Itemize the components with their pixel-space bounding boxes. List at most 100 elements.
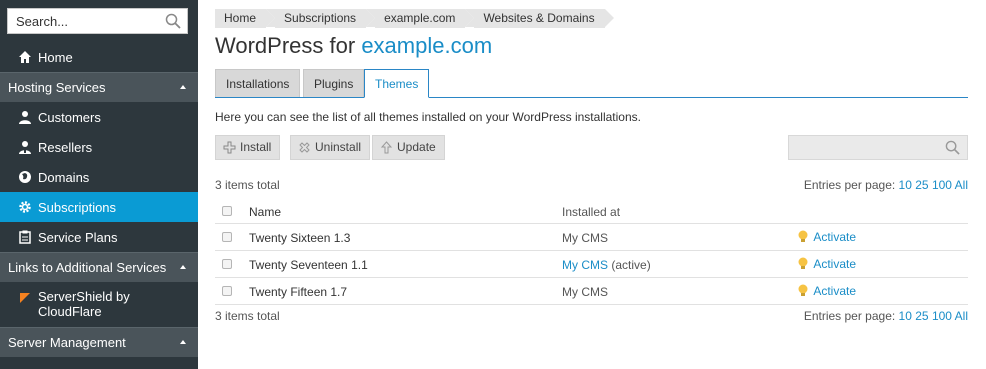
sidebar-item-domains[interactable]: Domains [0,162,198,192]
themes-table: Name Installed at Twenty Sixteen 1.3 My … [215,198,968,305]
per-page-label: Entries per page: [803,309,896,323]
breadcrumb-websites-domains[interactable]: Websites & Domains [465,9,614,28]
theme-name: Twenty Seventeen 1.1 [249,258,368,272]
collapse-caret-icon [180,265,186,269]
lightbulb-icon [798,284,808,296]
section-label: Links to Additional Services [8,260,167,275]
arrow-up-icon [380,141,393,154]
per-page-100[interactable]: 100 [932,309,952,323]
installed-at: My CMS [562,231,608,245]
plus-icon [223,141,236,154]
section-label: Server Management [8,335,126,350]
lightbulb-icon [798,230,808,242]
sidebar-item-label: ServerShield by CloudFlare [38,289,130,319]
install-button[interactable]: Install [215,135,281,160]
sidebar: Search... Home Hosting Services Customer… [0,0,198,369]
activate-link[interactable]: Activate [813,284,856,298]
activate-action[interactable]: Activate [798,230,856,244]
installed-at-text: My CMS [562,231,608,245]
activate-action[interactable]: Activate [798,257,856,271]
activate-link[interactable]: Activate [813,257,856,271]
search-icon[interactable] [945,140,960,155]
select-all-checkbox[interactable] [222,206,232,216]
plan-icon [19,230,31,244]
per-page-25[interactable]: 25 [915,178,928,192]
page-description: Here you can see the list of all themes … [215,110,641,124]
per-page-10[interactable]: 10 [899,309,912,323]
sidebar-item-servershield[interactable]: ServerShield by CloudFlare [0,283,198,327]
search-placeholder: Search... [16,14,69,29]
sidebar-item-label: Resellers [38,140,93,155]
sidebar-item-home[interactable]: Home [0,42,198,72]
tab-installations[interactable]: Installations [215,69,301,97]
activate-action[interactable]: Activate [798,284,856,298]
collapse-caret-icon [180,340,186,344]
gear-icon [19,201,31,213]
installed-at: My CMS (active) [562,258,651,272]
row-checkbox[interactable] [222,232,232,242]
search-input[interactable]: Search... [7,8,188,34]
per-page-10[interactable]: 10 [899,178,912,192]
breadcrumb-subscriptions[interactable]: Subscriptions [266,9,376,28]
section-links-additional[interactable]: Links to Additional Services [0,252,198,282]
table-header: Name Installed at [215,198,968,224]
active-status: (active) [611,258,651,272]
entries-per-page-bottom: Entries per page: 10 25 100 All [804,309,968,323]
sidebar-item-label: Customers [38,110,101,125]
tab-themes[interactable]: Themes [364,69,430,98]
tab-bar: Installations Plugins Themes [215,69,968,98]
title-prefix: WordPress for [215,33,356,58]
breadcrumb: Home Subscriptions example.com Websites … [215,9,614,28]
entries-per-page-top: Entries per page: 10 25 100 All [804,178,968,192]
per-page-all[interactable]: All [955,309,968,323]
table-row: Twenty Sixteen 1.3 My CMS Activate [215,224,968,251]
tab-plugins[interactable]: Plugins [303,69,365,97]
servershield-icon [20,293,30,303]
table-row: Twenty Seventeen 1.1 My CMS (active) Act… [215,251,968,278]
globe-icon [19,171,31,183]
main-content: Home Subscriptions example.com Websites … [198,0,986,369]
table-row: Twenty Fifteen 1.7 My CMS Activate [215,278,968,305]
sidebar-item-label: Service Plans [38,230,118,245]
installed-at-text: My CMS [562,285,608,299]
search-icon[interactable] [165,13,181,29]
per-page-label: Entries per page: [803,178,896,192]
sidebar-item-label: Home [38,50,73,65]
theme-name: Twenty Sixteen 1.3 [249,231,351,245]
per-page-100[interactable]: 100 [932,178,952,192]
user-icon [19,111,31,124]
items-total-top: 3 items total [215,178,280,192]
sidebar-item-service-plans[interactable]: Service Plans [0,222,198,252]
row-checkbox[interactable] [222,286,232,296]
section-label: Hosting Services [8,80,106,95]
reseller-icon [19,141,31,154]
lightbulb-icon [798,257,808,269]
per-page-all[interactable]: All [955,178,968,192]
filter-search-input[interactable] [788,135,968,160]
uninstall-label: Uninstall [315,140,362,154]
column-installed-at-header[interactable]: Installed at [562,205,620,219]
sidebar-item-label: Subscriptions [38,200,117,215]
breadcrumb-domain[interactable]: example.com [366,9,475,28]
collapse-caret-icon [180,85,186,89]
section-server-management[interactable]: Server Management [0,327,198,357]
page-title: WordPress for example.com [215,33,492,59]
installed-at: My CMS [562,285,608,299]
update-button[interactable]: Update [372,135,445,160]
sidebar-item-customers[interactable]: Customers [0,102,198,132]
installed-at-link[interactable]: My CMS [562,258,608,272]
sidebar-item-resellers[interactable]: Resellers [0,132,198,162]
sidebar-item-label: Domains [38,170,90,185]
cross-icon [299,142,310,153]
sidebar-item-subscriptions[interactable]: Subscriptions [0,192,198,222]
row-checkbox[interactable] [222,259,232,269]
section-hosting-services[interactable]: Hosting Services [0,72,198,102]
uninstall-button[interactable]: Uninstall [290,135,371,160]
activate-link[interactable]: Activate [813,230,856,244]
breadcrumb-home[interactable]: Home [215,9,276,28]
column-name-header[interactable]: Name [249,205,281,219]
theme-name: Twenty Fifteen 1.7 [249,285,348,299]
title-domain-link[interactable]: example.com [361,33,492,58]
install-label: Install [240,140,272,154]
per-page-25[interactable]: 25 [915,309,928,323]
